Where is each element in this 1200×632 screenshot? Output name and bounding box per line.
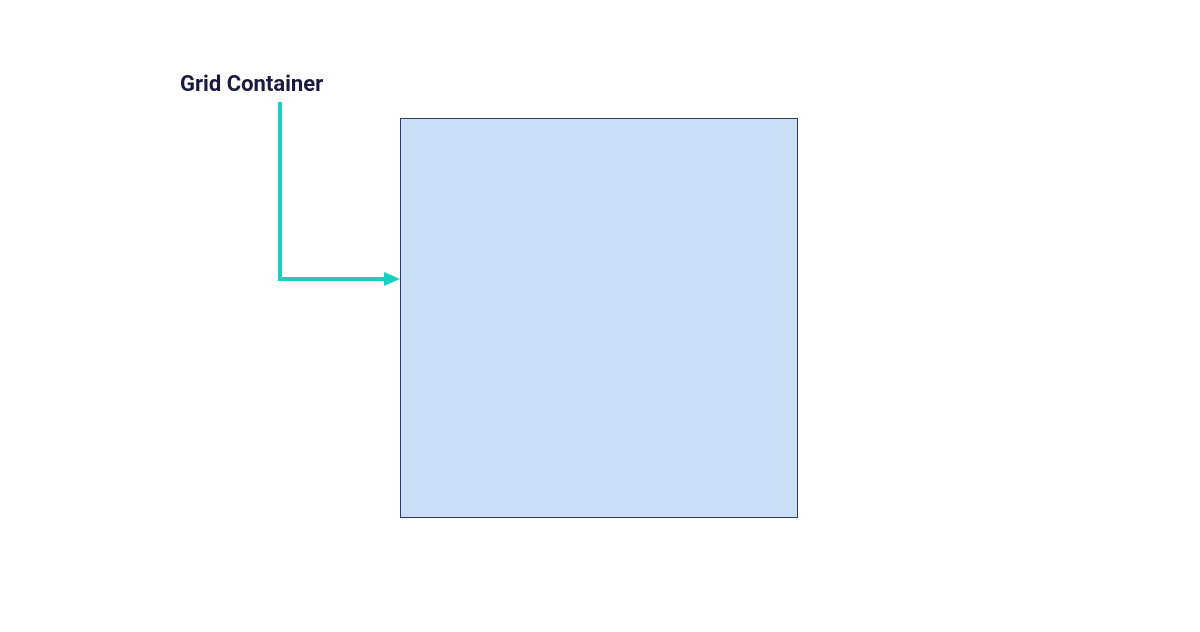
pointer-arrow-icon [275, 102, 415, 302]
grid-container-label: Grid Container [180, 72, 323, 97]
grid-container-box [400, 118, 798, 518]
